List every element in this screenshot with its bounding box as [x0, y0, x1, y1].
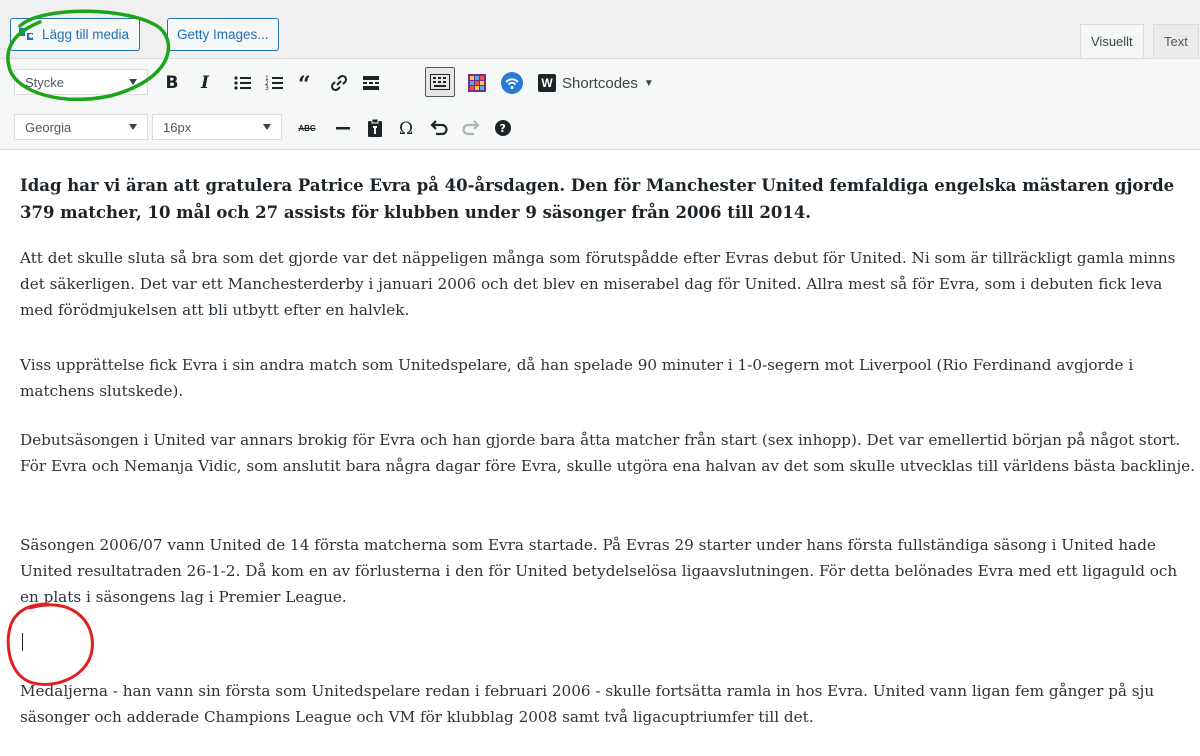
paragraph-1[interactable]: Att det skulle sluta så bra som det gjor…: [20, 245, 1195, 323]
add-media-label: Lägg till media: [42, 27, 130, 42]
wifi-broadcast-icon[interactable]: [500, 69, 524, 97]
getty-images-button[interactable]: Getty Images...: [167, 18, 279, 51]
special-character-icon[interactable]: Ω: [396, 114, 418, 142]
paste-text-icon[interactable]: [364, 114, 386, 142]
getty-images-label: Getty Images...: [177, 27, 269, 42]
font-family-value: Georgia: [25, 119, 72, 135]
chevron-down-icon: [263, 124, 271, 130]
paragraph-4[interactable]: Säsongen 2006/07 vann United de 14 först…: [20, 532, 1195, 610]
keyboard-icon: [430, 74, 450, 90]
strikethrough-button[interactable]: ABC: [296, 114, 318, 142]
font-size-value: 16px: [163, 119, 192, 135]
blockquote-icon[interactable]: “: [296, 69, 318, 97]
caret-down-icon: ▼: [643, 77, 654, 89]
chevron-down-icon: [129, 79, 137, 85]
text-cursor: [22, 633, 23, 651]
svg-text:?: ?: [500, 122, 506, 135]
toolbar-toggle-button[interactable]: [425, 67, 455, 97]
paragraph-format-value: Stycke: [25, 74, 65, 90]
svg-text:“: “: [298, 72, 311, 97]
paragraph-3[interactable]: Debutsäsongen i United var annars brokig…: [20, 427, 1195, 479]
table-grid-icon[interactable]: [466, 69, 488, 97]
font-family-select[interactable]: Georgia: [14, 114, 148, 140]
tab-visual-label: Visuellt: [1091, 34, 1133, 49]
svg-text:3: 3: [265, 85, 269, 92]
media-buttons-bar: Lägg till media Getty Images... Visuellt…: [0, 0, 1200, 58]
shortcodes-dropdown[interactable]: W Shortcodes ▼: [538, 69, 654, 97]
numbered-list-icon[interactable]: 1 2 3: [264, 69, 286, 97]
paragraph-5[interactable]: Medaljerna - han vann sin första som Uni…: [20, 678, 1195, 730]
shortcodes-w-icon: W: [538, 74, 556, 92]
font-size-select[interactable]: 16px: [152, 114, 282, 140]
italic-button[interactable]: I: [193, 69, 217, 97]
shortcodes-label: Shortcodes: [562, 74, 638, 92]
chevron-down-icon: [129, 124, 137, 130]
link-icon[interactable]: [328, 69, 350, 97]
read-more-icon[interactable]: [360, 69, 382, 97]
bold-button[interactable]: B: [160, 69, 184, 97]
svg-text:Ω: Ω: [399, 119, 413, 139]
bullet-list-icon[interactable]: [232, 69, 254, 97]
help-icon[interactable]: ?: [492, 114, 514, 142]
tab-visual[interactable]: Visuellt: [1080, 24, 1144, 58]
undo-icon[interactable]: [428, 114, 450, 142]
add-media-button[interactable]: Lägg till media: [10, 18, 141, 51]
tab-text[interactable]: Text: [1153, 24, 1199, 58]
tab-text-label: Text: [1164, 34, 1188, 49]
paragraph-format-select[interactable]: Stycke: [14, 69, 148, 95]
editor-toolbar: Stycke B I 1 2 3 “ W Shortcodes ▼ Georgi…: [0, 58, 1200, 150]
redo-icon[interactable]: [460, 114, 482, 142]
media-icon: [19, 26, 36, 43]
horizontal-line-icon[interactable]: [332, 114, 354, 142]
paragraph-2[interactable]: Viss upprättelse fick Evra i sin andra m…: [20, 352, 1195, 404]
lead-paragraph[interactable]: Idag har vi äran att gratulera Patrice E…: [20, 172, 1190, 226]
